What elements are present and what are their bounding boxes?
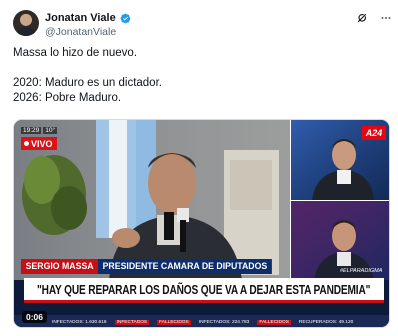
tweet: Jonatan Viale @JonatanViale Massa lo hiz… [0,0,398,336]
author-handle[interactable]: @JonatanViale [45,26,116,38]
channel-logo: A24 [362,126,386,140]
ticker-item: FALLECIDOS [157,319,191,325]
tweet-text-line: 2026: Pobre Maduro. [13,92,122,104]
avatar[interactable] [13,10,39,36]
broadcast-hashtag: #ELPARADIGMA [340,268,383,274]
video-player[interactable]: 19:29 10° VIVO A24 SERGIO MASSA PRESIDEN… [13,119,390,328]
broadcast-clock: 19:29 10° [21,126,58,135]
verified-badge-icon [120,13,131,23]
ticker-item: RECUPERADOS: 49.120 [298,319,354,325]
tweet-text: Massa lo hizo de nuevo. 2020: Maduro es … [13,46,383,106]
tweet-text-blank-line [13,61,383,76]
tweet-text-line: 2020: Maduro es un dictador. [13,77,162,89]
video-duration: 0:06 [22,311,48,323]
broadcast-time: 19:29 [21,127,42,134]
ticker-item: FALLECIDOS [257,319,291,325]
tweet-top-actions [356,12,392,24]
broadcast-headline: "HAY QUE REPARAR LOS DAÑOS QUE VA A DEJA… [24,278,384,303]
author-display-name[interactable]: Jonatan Viale [45,12,116,24]
lower-third-role: PRESIDENTE CAMARA DE DIPUTADOS [97,259,272,274]
grok-icon[interactable] [356,12,368,24]
news-ticker: INFECTADOS: 1.630.616 INFECTADOS FALLECI… [14,315,389,327]
lower-third: SERGIO MASSA PRESIDENTE CAMARA DE DIPUTA… [21,259,287,274]
more-options-icon[interactable] [380,12,392,24]
tweet-text-line: Massa lo hizo de nuevo. [13,47,138,59]
lower-third-name: SERGIO MASSA [21,259,99,274]
author-name-row: Jonatan Viale [45,11,131,25]
ticker-item: INFECTADOS [114,319,150,325]
ticker-item: INFECTADOS: 1.630.616 [52,319,107,325]
broadcast-headline-text: "HAY QUE REPARAR LOS DAÑOS QUE VA A DEJA… [37,281,371,297]
ticker-item: INFECTADOS: 224.783 [198,319,250,325]
broadcast-temperature: 10° [43,127,58,134]
live-badge: VIVO [21,137,57,150]
